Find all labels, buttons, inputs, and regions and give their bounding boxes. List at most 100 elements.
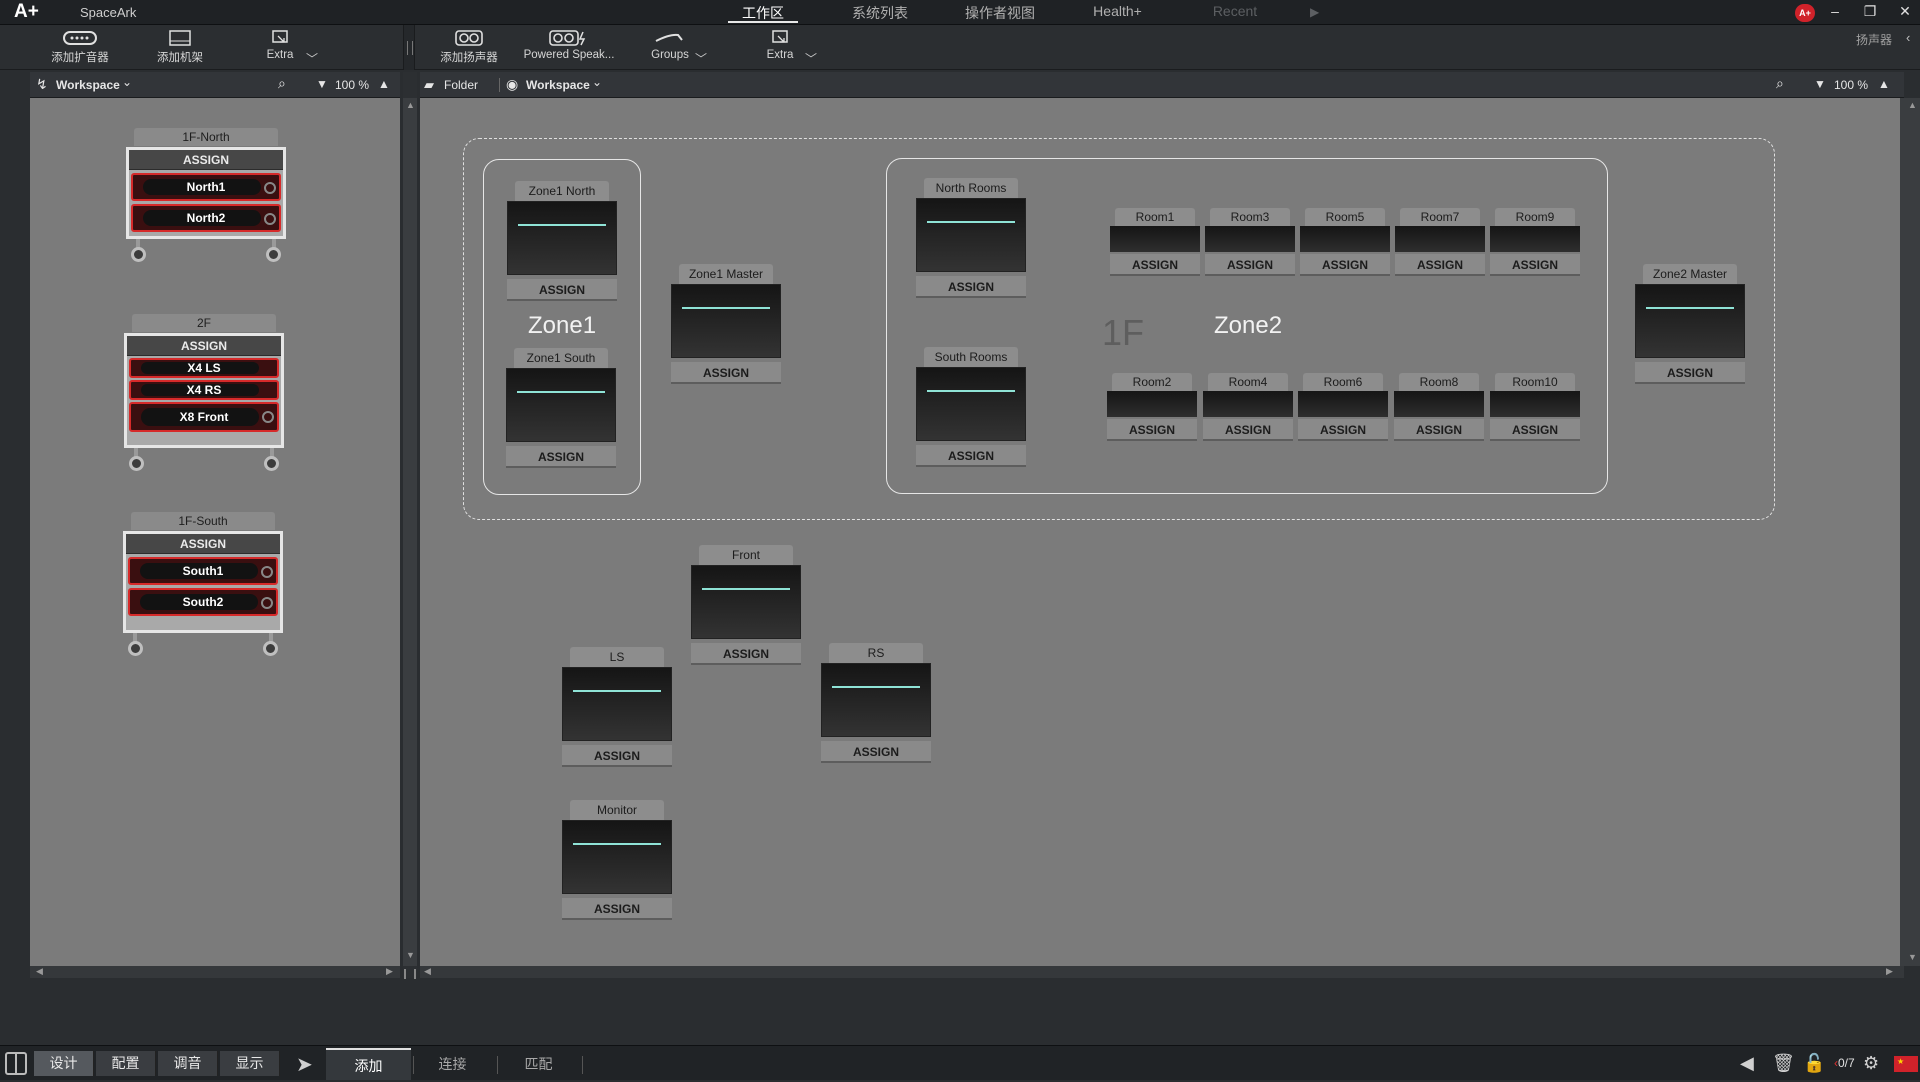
amplifier-north1[interactable]: North1 [131, 173, 281, 201]
amplifier-north2[interactable]: North2 [131, 204, 281, 232]
chevron-down-icon[interactable]: ﹀ [695, 50, 707, 67]
scroll-down-icon[interactable]: ▼ [1908, 952, 1917, 962]
assign-button[interactable]: ASSIGN [1490, 254, 1580, 276]
assign-button[interactable]: ASSIGN [507, 279, 617, 301]
speaker-south-rooms[interactable]: South Rooms ASSIGN [916, 347, 1026, 469]
amplifier-x4-ls[interactable]: X4 LS [129, 358, 279, 378]
pointer-icon[interactable]: ➤ [296, 1052, 313, 1077]
scroll-right-icon[interactable]: ▶ [386, 966, 393, 977]
add-amplifier-button[interactable]: 添加扩音器 [45, 25, 115, 70]
speaker-ls[interactable]: LS ASSIGN [562, 647, 672, 769]
pane-splitter[interactable]: ▲ ▼ [403, 72, 417, 979]
subtab-connect[interactable]: 连接 [410, 1048, 495, 1080]
room-room7[interactable]: Room7 ASSIGN [1395, 208, 1485, 278]
mode-tab-config[interactable]: 配置 [96, 1051, 156, 1076]
nav-tab-system-list[interactable]: 系统列表 [845, 3, 915, 23]
zoom-down-icon[interactable]: ▼ [316, 77, 328, 91]
folder-button[interactable]: Folder [444, 78, 478, 92]
assign-button[interactable]: ASSIGN [821, 741, 931, 763]
room-room4[interactable]: Room4 ASSIGN [1203, 373, 1293, 443]
scroll-left-icon[interactable]: ◀ [424, 966, 431, 977]
workspace-dropdown[interactable]: Workspace [526, 78, 590, 92]
scroll-left-icon[interactable]: ◀ [36, 966, 43, 977]
chevron-down-icon[interactable]: ⌄ [122, 75, 132, 89]
rack-pane-vscrollbar[interactable]: ▲ ▼ [403, 98, 417, 966]
amplifier-x4-rs[interactable]: X4 RS [129, 380, 279, 400]
language-flag-icon[interactable]: ★ [1894, 1056, 1918, 1072]
assign-button[interactable]: ASSIGN [1107, 419, 1197, 441]
chevron-down-icon[interactable]: ﹀ [805, 50, 817, 67]
chevron-down-icon[interactable]: ﹀ [306, 50, 318, 67]
rack-1f-south[interactable]: 1F-South ASSIGN South1 South2 [123, 512, 283, 662]
rack-1f-north[interactable]: 1F-North ASSIGN North1 North2 [126, 128, 286, 278]
zoom-level[interactable]: 100 % [1834, 78, 1868, 92]
assign-button[interactable]: ASSIGN [1298, 419, 1388, 441]
speaker-panel-label[interactable]: 扬声器 [1856, 31, 1892, 48]
rack-pane-hscrollbar[interactable]: ◀ ▶ [30, 966, 400, 978]
nav-tab-health[interactable]: Health+ [1085, 3, 1150, 19]
chevron-left-icon[interactable]: ‹ [1906, 30, 1910, 45]
scroll-down-icon[interactable]: ▼ [406, 950, 415, 960]
close-icon[interactable]: ✕ [1895, 3, 1915, 20]
speaker-zone1-north[interactable]: Zone1 North ASSIGN [507, 181, 617, 303]
assign-button[interactable]: ASSIGN [1110, 254, 1200, 276]
assign-button[interactable]: ASSIGN [506, 446, 616, 468]
workspace-hscrollbar[interactable]: ◀ ▶ [420, 966, 1904, 978]
amplifier-x8-front[interactable]: X8 Front [129, 402, 279, 432]
recent-arrow-icon[interactable]: ▶ [1310, 5, 1319, 19]
room-room10[interactable]: Room10 ASSIGN [1490, 373, 1580, 443]
collapse-up-icon[interactable]: ▲ [378, 77, 390, 91]
speaker-zone2-master[interactable]: Zone2 Master ASSIGN [1635, 264, 1745, 386]
speaker-rs[interactable]: RS ASSIGN [821, 643, 931, 765]
assign-button[interactable]: ASSIGN [1300, 254, 1390, 276]
room-room1[interactable]: Room1 ASSIGN [1110, 208, 1200, 278]
workspace-canvas[interactable]: ▰ Folder ◉ Workspace ⌄ ⌕ ▼ 100 % ▲ Zone1… [420, 72, 1904, 978]
assign-button[interactable]: ASSIGN [1635, 362, 1745, 384]
trash-icon[interactable]: 🗑 [1772, 1053, 1795, 1074]
splitter-grip-icon[interactable] [404, 969, 416, 979]
amplifier-south1[interactable]: South1 [128, 557, 278, 585]
extra-button-main[interactable]: Extra [755, 25, 805, 70]
scroll-up-icon[interactable]: ▲ [1908, 100, 1917, 110]
groups-button[interactable]: Groups [640, 25, 700, 70]
room-room3[interactable]: Room3 ASSIGN [1205, 208, 1295, 278]
assign-button[interactable]: ASSIGN [691, 643, 801, 665]
assign-button[interactable]: ASSIGN [1395, 254, 1485, 276]
speaker-north-rooms[interactable]: North Rooms ASSIGN [916, 178, 1026, 300]
assign-button[interactable]: ASSIGN [562, 898, 672, 920]
subtab-add[interactable]: 添加 [326, 1048, 411, 1080]
rack-2f[interactable]: 2F ASSIGN X4 LS X4 RS X8 Front [124, 314, 284, 494]
rack-assign-button[interactable]: ASSIGN [129, 150, 283, 170]
scroll-right-icon[interactable]: ▶ [1886, 966, 1893, 977]
unlock-icon[interactable]: 🔓 [1803, 1053, 1825, 1074]
collapse-up-icon[interactable]: ▲ [1878, 77, 1890, 91]
rack-assign-button[interactable]: ASSIGN [127, 336, 281, 356]
powered-speaker-button[interactable]: Powered Speak... [520, 25, 618, 70]
assign-button[interactable]: ASSIGN [1490, 419, 1580, 441]
room-room6[interactable]: Room6 ASSIGN [1298, 373, 1388, 443]
speaker-zone1-south[interactable]: Zone1 South ASSIGN [506, 348, 616, 470]
toolbar-splitter[interactable] [403, 25, 415, 70]
panel-toggle-icon[interactable] [5, 1052, 27, 1075]
account-badge[interactable]: A+ [1795, 4, 1815, 22]
assign-button[interactable]: ASSIGN [562, 745, 672, 767]
subtab-match[interactable]: 匹配 [496, 1048, 581, 1080]
rack-assign-button[interactable]: ASSIGN [126, 534, 280, 554]
mode-tab-design[interactable]: 设计 [34, 1051, 94, 1076]
room-room2[interactable]: Room2 ASSIGN [1107, 373, 1197, 443]
assign-button[interactable]: ASSIGN [1203, 419, 1293, 441]
mode-tab-tuning[interactable]: 调音 [158, 1051, 218, 1076]
workspace-dropdown[interactable]: Workspace [56, 78, 120, 92]
nav-tab-operator-view[interactable]: 操作者视图 [955, 3, 1045, 23]
scroll-up-icon[interactable]: ▲ [406, 100, 415, 110]
speaker-front[interactable]: Front ASSIGN [691, 545, 801, 667]
zoom-down-icon[interactable]: ▼ [1814, 77, 1826, 91]
room-room8[interactable]: Room8 ASSIGN [1394, 373, 1484, 443]
assign-button[interactable]: ASSIGN [1205, 254, 1295, 276]
zoom-fit-icon[interactable]: ⌕ [1776, 75, 1784, 92]
room-room5[interactable]: Room5 ASSIGN [1300, 208, 1390, 278]
mode-tab-display[interactable]: 显示 [220, 1051, 280, 1076]
zoom-level[interactable]: 100 % [335, 78, 369, 92]
speaker-monitor[interactable]: Monitor ASSIGN [562, 800, 672, 922]
nav-tab-workspace[interactable]: 工作区 [735, 3, 791, 23]
